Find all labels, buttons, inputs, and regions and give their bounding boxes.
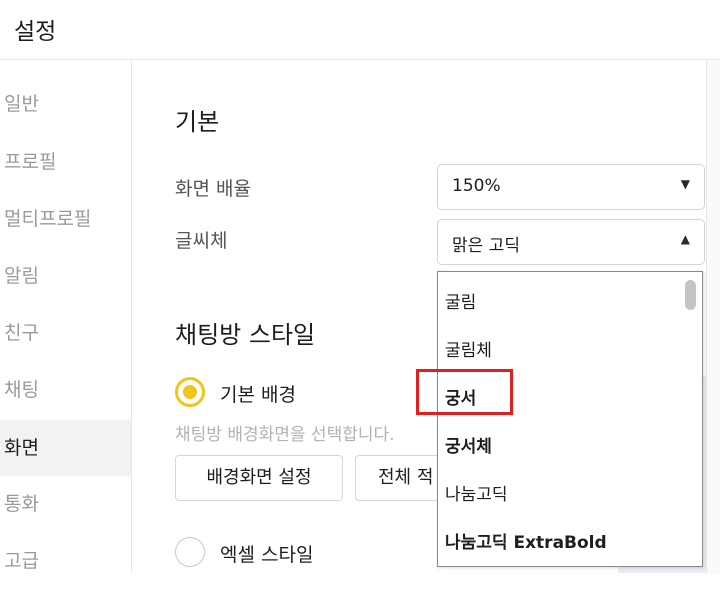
sidebar-item-general[interactable]: 일반	[0, 76, 131, 132]
chevron-up-icon: ▲	[680, 232, 690, 246]
sidebar-item-chats[interactable]: 채팅	[0, 362, 131, 418]
font-option-nanumgothic-extrabold[interactable]: 나눔고딕 ExtraBold	[445, 528, 607, 553]
chevron-down-icon: ▼	[680, 177, 690, 191]
excel-style-radio[interactable]	[175, 537, 205, 567]
default-bg-radio[interactable]	[175, 377, 205, 407]
set-background-button[interactable]: 배경화면 설정	[175, 455, 343, 501]
font-label: 글씨체	[175, 230, 228, 252]
font-option-gulimche[interactable]: 굴림체	[445, 336, 492, 361]
dropdown-scrollbar[interactable]	[685, 280, 696, 310]
font-option-gungseoche[interactable]: 궁서체	[445, 432, 492, 457]
section-title-basic: 기본	[175, 108, 220, 136]
window-edge	[706, 60, 720, 573]
zoom-select[interactable]: 150% ▼	[437, 164, 705, 210]
section-title-chat-style: 채팅방 스타일	[175, 321, 316, 349]
highlight-box	[416, 369, 513, 415]
settings-header: 설정	[0, 0, 720, 60]
font-option-gulim[interactable]: 굴림	[445, 288, 476, 313]
default-bg-description: 채팅방 배경화면을 선택합니다.	[175, 425, 395, 445]
sidebar-item-notifications[interactable]: 알림	[0, 248, 131, 304]
sidebar-item-calls[interactable]: 통화	[0, 476, 131, 532]
sidebar-item-advanced[interactable]: 고급	[0, 533, 131, 589]
excel-style-label: 엑셀 스타일	[220, 544, 314, 566]
sidebar-item-display[interactable]: 화면	[0, 420, 131, 476]
font-option-nanumgothic[interactable]: 나눔고딕	[445, 480, 508, 505]
font-value: 맑은 고딕	[452, 236, 520, 256]
settings-sidebar: 일반 프로필 멀티프로필 알림 친구 채팅 화면 통화 고급	[0, 60, 132, 573]
zoom-label: 화면 배율	[175, 178, 251, 200]
page-title: 설정	[14, 19, 57, 45]
font-dropdown-list[interactable]: 굴림 굴림체 궁서 궁서체 나눔고딕 나눔고딕 ExtraBold	[437, 271, 703, 567]
sidebar-item-friends[interactable]: 친구	[0, 305, 131, 361]
sidebar-item-multiprofile[interactable]: 멀티프로필	[0, 191, 131, 247]
zoom-value: 150%	[452, 176, 501, 196]
default-bg-label: 기본 배경	[220, 384, 296, 406]
sidebar-item-profile[interactable]: 프로필	[0, 134, 131, 190]
font-select[interactable]: 맑은 고딕 ▲	[437, 219, 705, 265]
